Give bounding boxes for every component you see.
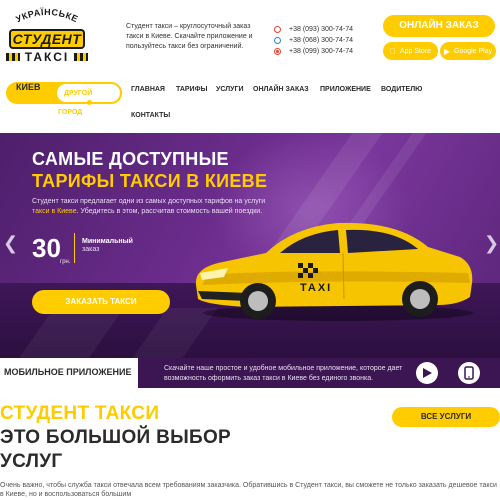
google-play-icon: ▶ xyxy=(443,46,450,56)
order-online-button[interactable]: Онлайн заказ xyxy=(383,15,495,37)
services-description: Очень важно, чтобы служба такси отвечала… xyxy=(0,482,497,498)
hero-slider: САМЫЕ ДОСТУПНЫЕ ТАРИФЫ ТАКСИ В КИЕВЕ Сту… xyxy=(0,133,500,358)
slider-next-arrow-icon[interactable]: ❯ xyxy=(484,233,499,253)
phone-list: +38 (093) 300-74-74 +38 (068) 300-74-74 … xyxy=(274,24,386,57)
nav-link-online-order[interactable]: ОНЛАЙН ЗАКАЗ xyxy=(253,86,309,93)
slider-prev-arrow-icon[interactable]: ❮ xyxy=(3,233,18,253)
phone-number[interactable]: +38 (099) 300-74-74 xyxy=(289,48,353,55)
services-title-line2: ЭТО БОЛЬШОЙ ВЫБОР xyxy=(0,427,231,448)
google-play-icon xyxy=(423,368,432,378)
hero-title-line1: САМЫЕ ДОСТУПНЫЕ xyxy=(32,149,229,169)
vodafone-icon xyxy=(274,25,281,33)
nav-link-contacts[interactable]: КОНТАКТЫ xyxy=(131,112,170,119)
mobile-app-band: МОБИЛЬНОЕ ПРИЛОЖЕНИЕ Скачайте наше прост… xyxy=(0,358,500,388)
logo-checker-right xyxy=(74,53,88,61)
min-price-label: Минимальный xyxy=(82,238,133,245)
logo-arc-text: УКРАЇНСЬКЕ xyxy=(14,7,79,24)
logo-arc: УКРАЇНСЬКЕ xyxy=(14,7,80,24)
main-nav: КИЕВ Другой город ГЛАВНАЯ ТАРИФЫ УСЛУГИ … xyxy=(0,76,500,126)
order-taxi-button[interactable]: ЗАКАЗАТЬ ТАКСИ xyxy=(32,290,170,314)
smartphone-icon xyxy=(464,366,474,380)
nav-link-services[interactable]: УСЛУГИ xyxy=(216,86,244,93)
min-price-label-sub: заказ xyxy=(82,246,100,253)
min-price-unit: грн. xyxy=(60,259,71,265)
services-title-line3: УСЛУГ xyxy=(0,451,63,472)
phone-row[interactable]: +38 (099) 300-74-74 xyxy=(274,46,386,56)
mobile-app-text: Скачайте наше простое и удобное мобильно… xyxy=(164,365,403,382)
city-other-line2[interactable]: город xyxy=(58,109,82,116)
min-price-value: 30 xyxy=(32,233,61,263)
hero-desc-part1: Студент такси предлагает одни из самых д… xyxy=(32,198,266,205)
phone-row[interactable]: +38 (068) 300-74-74 xyxy=(274,35,386,45)
city-current[interactable]: КИЕВ xyxy=(16,82,40,92)
logo-main-text: СТУДЕНТ xyxy=(9,29,85,49)
services-title-line1: СТУДЕНТ ТАКСИ xyxy=(0,403,160,424)
all-services-button[interactable]: ВСЕ УСЛУГИ xyxy=(392,407,500,427)
nav-link-tariffs[interactable]: ТАРИФЫ xyxy=(176,86,207,93)
apple-icon:  xyxy=(390,47,396,56)
mobile-app-title: МОБИЛЬНОЕ ПРИЛОЖЕНИЕ xyxy=(4,367,132,377)
phone-app-circle-button[interactable] xyxy=(458,362,480,384)
logo-checker-left xyxy=(6,53,20,61)
nav-link-home[interactable]: ГЛАВНАЯ xyxy=(131,86,165,93)
city-switcher: КИЕВ Другой xyxy=(6,82,122,104)
logo-sub-text: ТАКСІ xyxy=(24,50,70,64)
car-taxi-sign: TAXI xyxy=(300,282,332,294)
nav-link-driver[interactable]: ВОДИТЕЛЮ xyxy=(381,86,422,93)
phone-row[interactable]: +38 (093) 300-74-74 xyxy=(274,24,386,34)
lifecell-icon xyxy=(274,47,281,55)
hero-title-line2: ТАРИФЫ ТАКСИ В КИЕВЕ xyxy=(32,171,268,191)
phone-number[interactable]: +38 (068) 300-74-74 xyxy=(289,37,353,44)
taxi-car-image: TAXI xyxy=(195,222,473,321)
google-play-button[interactable]: ▶ Google Play xyxy=(440,42,496,60)
app-store-label: App Store xyxy=(396,47,431,55)
phone-number[interactable]: +38 (093) 300-74-74 xyxy=(289,26,353,33)
site-header: УКРАЇНСЬКЕ СТУДЕНТ ТАКСІ Студент такси –… xyxy=(0,0,500,70)
svg-text:УКРАЇНСЬКЕ: УКРАЇНСЬКЕ xyxy=(14,7,80,24)
header-intro: Студент такси – круглосуточный заказ так… xyxy=(126,23,253,50)
nav-link-app[interactable]: ПРИЛОЖЕНИЕ xyxy=(320,86,371,93)
hero-desc-link[interactable]: такси в Киеве xyxy=(32,208,77,215)
kyivstar-icon xyxy=(274,36,281,44)
google-play-label: Google Play xyxy=(454,47,493,55)
google-play-circle-button[interactable] xyxy=(416,362,438,384)
app-store-button[interactable]:  App Store xyxy=(383,42,438,60)
site-logo[interactable]: УКРАЇНСЬКЕ СТУДЕНТ ТАКСІ xyxy=(6,6,88,66)
city-dot-icon xyxy=(87,100,92,105)
price-divider xyxy=(74,233,75,263)
